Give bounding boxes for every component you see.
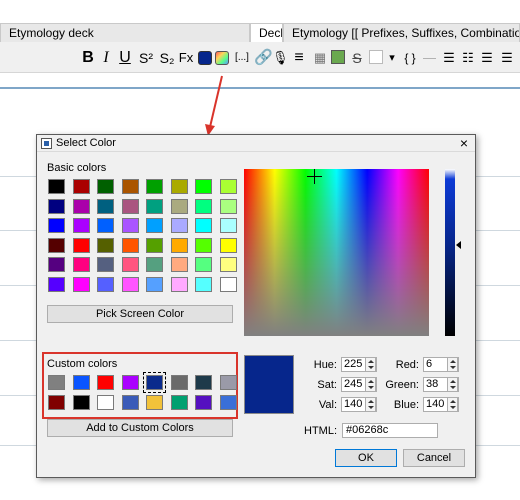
color-swatch[interactable] <box>97 218 114 233</box>
color-swatch[interactable] <box>97 179 114 194</box>
current-color-preview <box>244 355 294 414</box>
blue-spin-arrows[interactable] <box>447 397 458 412</box>
green-spin-arrows[interactable] <box>447 377 458 392</box>
crosshair-cursor <box>307 176 322 177</box>
color-swatch[interactable] <box>170 179 188 194</box>
color-swatch[interactable] <box>72 375 90 390</box>
sat-spin-arrows[interactable] <box>365 377 376 392</box>
color-swatch[interactable] <box>195 237 212 253</box>
hue-spin-arrows[interactable] <box>365 357 376 372</box>
color-swatch[interactable] <box>170 394 188 410</box>
color-swatch[interactable] <box>121 276 139 292</box>
color-swatch[interactable] <box>48 218 65 233</box>
val-spin-arrows[interactable] <box>365 397 376 412</box>
color-swatch[interactable] <box>97 394 114 410</box>
select-color-dialog: Select Color × Basic colors Pick Screen … <box>36 134 476 478</box>
color-swatch[interactable] <box>195 198 212 214</box>
color-swatch[interactable] <box>219 276 237 292</box>
color-swatch[interactable] <box>72 218 90 233</box>
red-label: Red: <box>395 359 419 371</box>
color-swatch[interactable] <box>97 257 114 272</box>
color-swatch[interactable] <box>146 218 163 233</box>
color-swatch[interactable] <box>72 237 90 253</box>
color-swatch[interactable] <box>195 394 212 410</box>
color-swatch[interactable] <box>170 375 188 390</box>
color-spectrum-picker[interactable] <box>244 169 429 336</box>
color-swatch[interactable] <box>219 179 237 194</box>
color-swatch[interactable] <box>72 394 90 410</box>
ok-button[interactable]: OK <box>335 449 397 467</box>
color-swatch[interactable] <box>146 394 163 410</box>
color-swatch[interactable] <box>97 237 114 253</box>
luminance-slider[interactable] <box>445 169 455 336</box>
color-swatch[interactable] <box>97 276 114 292</box>
basic-colors-label: Basic colors <box>47 162 107 174</box>
color-swatch[interactable] <box>48 257 65 272</box>
color-swatch[interactable] <box>48 276 65 292</box>
html-color-field[interactable]: #06268c <box>342 423 438 438</box>
color-swatch[interactable] <box>195 276 212 292</box>
color-swatch[interactable] <box>121 375 139 390</box>
red-spin-arrows[interactable] <box>447 357 458 372</box>
color-swatch[interactable] <box>121 257 139 272</box>
color-swatch[interactable] <box>72 179 90 194</box>
color-swatch[interactable] <box>146 237 163 253</box>
color-swatch[interactable] <box>121 218 139 233</box>
color-swatch[interactable] <box>121 198 139 214</box>
color-swatch[interactable] <box>195 257 212 272</box>
dialog-title: Select Color <box>56 137 116 149</box>
color-swatch[interactable] <box>48 375 65 390</box>
color-swatch[interactable] <box>170 257 188 272</box>
color-swatch[interactable] <box>146 276 163 292</box>
color-swatch[interactable] <box>48 198 65 214</box>
html-label: HTML: <box>304 425 337 437</box>
color-swatch[interactable] <box>48 394 65 410</box>
color-swatch[interactable] <box>170 218 188 233</box>
color-swatch[interactable] <box>219 375 237 390</box>
color-swatch[interactable] <box>219 257 237 272</box>
custom-colors-label: Custom colors <box>47 358 118 370</box>
add-to-custom-colors-button[interactable]: Add to Custom Colors <box>47 419 233 437</box>
color-swatch[interactable] <box>48 237 65 253</box>
color-swatch[interactable] <box>97 375 114 390</box>
color-swatch[interactable] <box>170 237 188 253</box>
hue-label: Hue: <box>313 359 337 371</box>
color-swatch[interactable] <box>146 257 163 272</box>
sat-label: Sat: <box>317 379 337 391</box>
val-label: Val: <box>318 399 337 411</box>
color-swatch[interactable] <box>146 179 163 194</box>
app-icon <box>41 138 52 149</box>
color-swatch[interactable] <box>195 375 212 390</box>
color-swatch[interactable] <box>195 218 212 233</box>
color-swatch[interactable] <box>97 198 114 214</box>
color-swatch[interactable] <box>121 394 139 410</box>
color-swatch[interactable] <box>146 198 163 214</box>
color-swatch[interactable] <box>170 276 188 292</box>
color-swatch[interactable] <box>121 237 139 253</box>
color-swatch[interactable] <box>72 257 90 272</box>
color-swatch[interactable] <box>72 276 90 292</box>
color-swatch[interactable] <box>170 198 188 214</box>
color-swatch[interactable] <box>72 198 90 214</box>
color-swatch[interactable] <box>219 394 237 410</box>
color-swatch[interactable] <box>195 179 212 194</box>
color-swatch[interactable] <box>219 198 237 214</box>
dialog-titlebar: Select Color × <box>37 135 475 152</box>
color-swatch[interactable] <box>219 218 237 233</box>
green-label: Green: <box>385 379 419 391</box>
color-swatch[interactable] <box>48 179 65 194</box>
close-icon[interactable]: × <box>457 135 471 152</box>
color-swatch[interactable] <box>121 179 139 194</box>
color-swatch[interactable] <box>219 237 237 253</box>
luminance-slider-handle[interactable] <box>456 241 461 249</box>
color-swatch[interactable] <box>143 372 166 393</box>
pick-screen-color-button[interactable]: Pick Screen Color <box>47 305 233 323</box>
blue-label: Blue: <box>393 399 419 411</box>
cancel-button[interactable]: Cancel <box>403 449 465 467</box>
